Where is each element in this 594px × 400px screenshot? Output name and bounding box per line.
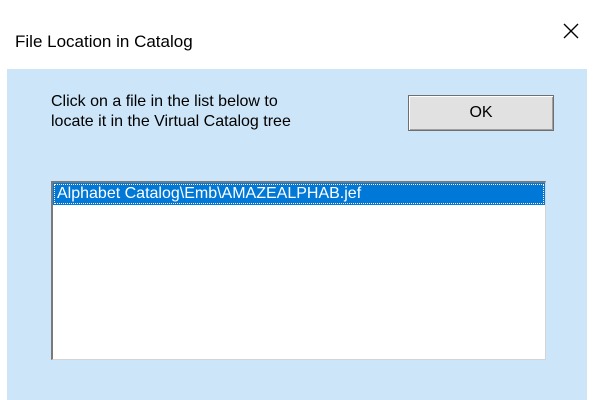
close-button[interactable] — [548, 8, 594, 54]
instruction-text: Click on a file in the list below to loc… — [51, 93, 291, 130]
title-bar[interactable]: File Location in Catalog — [0, 8, 594, 69]
file-listbox[interactable]: Alphabet Catalog\Emb\AMAZEALPHAB.jef — [51, 181, 546, 360]
close-icon — [563, 23, 579, 39]
dialog-client-area: Click on a file in the list below to loc… — [7, 69, 587, 400]
ok-button[interactable]: OK — [408, 95, 554, 131]
background-window-strip — [0, 0, 594, 8]
dialog-window: File Location in Catalog Click on a file… — [0, 0, 594, 400]
ok-button-label: OK — [469, 104, 493, 121]
list-item-label: Alphabet Catalog\Emb\AMAZEALPHAB.jef — [57, 185, 362, 202]
window-title: File Location in Catalog — [15, 32, 193, 51]
list-item[interactable]: Alphabet Catalog\Emb\AMAZEALPHAB.jef — [53, 183, 545, 205]
